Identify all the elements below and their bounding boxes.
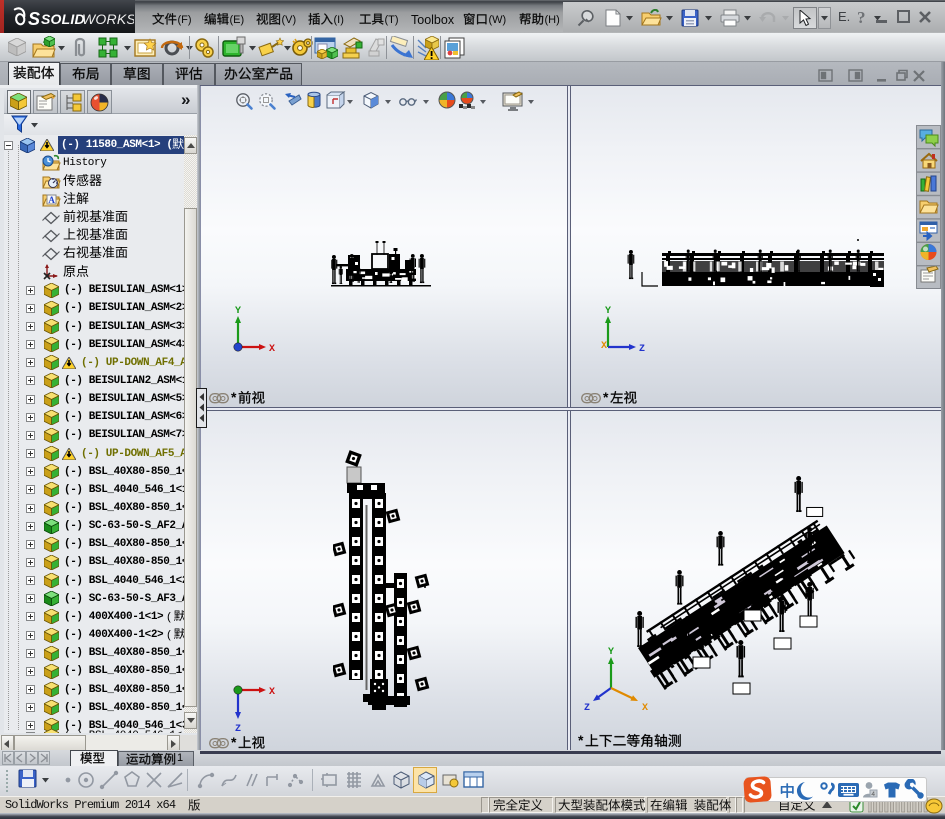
svg-text:4: 4 [871,791,875,798]
svg-text:Y: Y [605,306,611,317]
svg-text:Y: Y [608,647,614,658]
svg-text:X: X [642,703,648,714]
svg-text:X: X [269,687,275,698]
svg-text:(: ( [167,629,171,641]
svg-text:Y: Y [235,306,241,317]
svg-text:(: ( [167,611,171,623]
svg-text:Z: Z [584,703,590,714]
svg-text:Z: Z [639,344,645,355]
svg-text:?: ? [857,8,866,26]
svg-text:A: A [48,195,55,205]
svg-text:X: X [269,344,275,355]
